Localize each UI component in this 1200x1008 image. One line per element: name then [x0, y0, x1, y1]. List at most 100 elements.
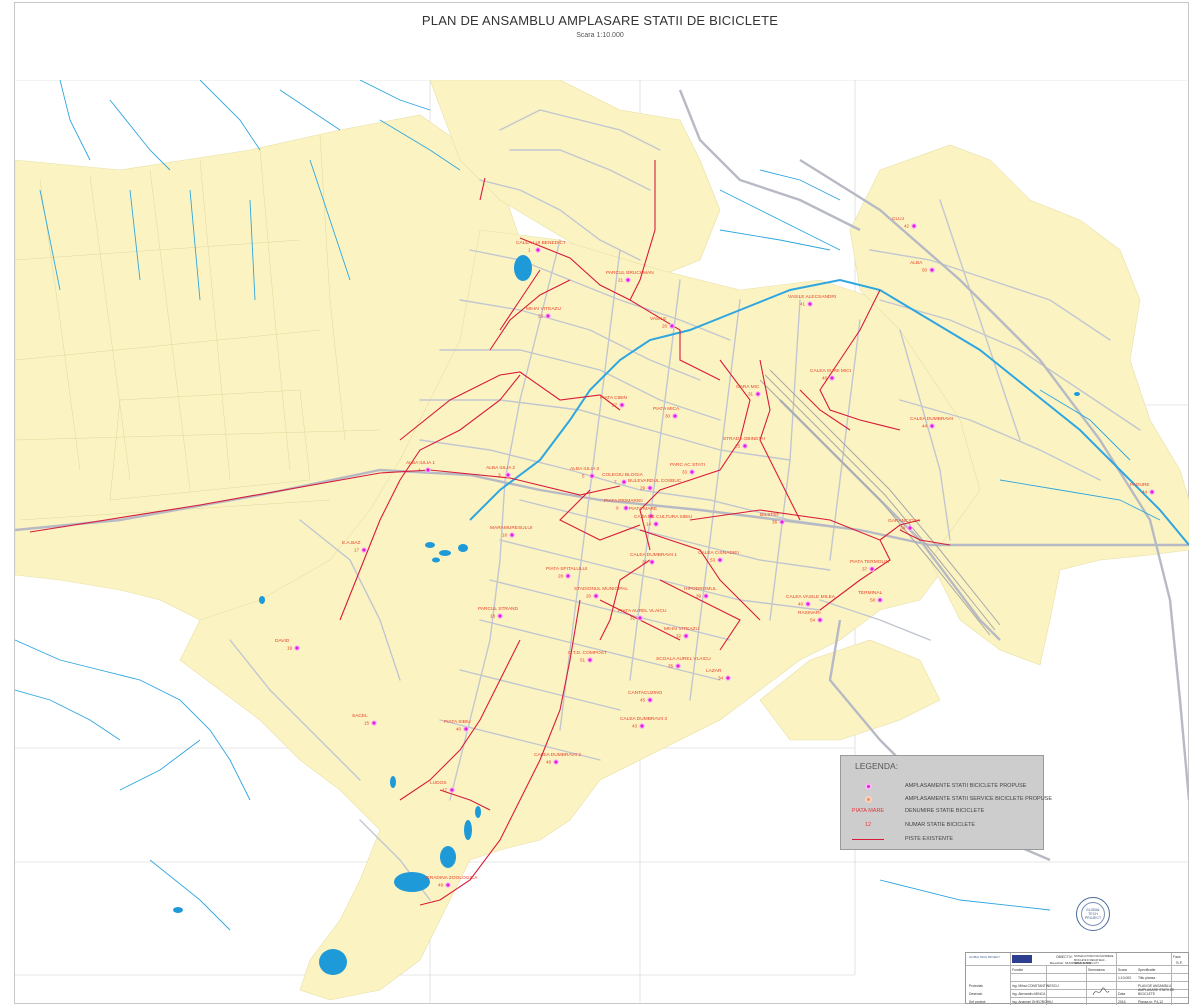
- station-marker[interactable]: [623, 505, 629, 511]
- station-number: 14: [646, 522, 652, 527]
- station-marker[interactable]: [805, 601, 811, 607]
- legend-row-lanes: PISTE EXISTENTE: [849, 834, 1039, 844]
- station-number: 50: [922, 268, 928, 273]
- station-marker[interactable]: [703, 593, 709, 599]
- station-marker[interactable]: [509, 532, 515, 538]
- legend-row-number: 12 NUMAR STATIE BICICLETE: [849, 820, 1039, 830]
- station-marker[interactable]: [877, 597, 883, 603]
- titlu-label: Titlu plansa: [1138, 976, 1156, 980]
- station-marker[interactable]: [545, 313, 551, 319]
- station-marker[interactable]: [669, 323, 675, 329]
- station-marker[interactable]: [361, 547, 367, 553]
- plansa-value: Plansa nr. P4-12: [1138, 1000, 1164, 1004]
- station-label: CALEA DUMBRAVII 1: [630, 552, 677, 558]
- station-marker[interactable]: [553, 759, 559, 765]
- station-label: GARANCIOSA: [888, 518, 921, 524]
- station-label: LAZAR: [706, 668, 722, 674]
- legend-label-lanes: PISTE EXISTENTE: [905, 836, 953, 842]
- station-marker[interactable]: [907, 525, 913, 531]
- station-marker[interactable]: [619, 402, 625, 408]
- station-marker[interactable]: [911, 223, 917, 229]
- legend-symbol-name: PIATA MARE: [851, 808, 885, 814]
- station-marker[interactable]: [649, 559, 655, 565]
- station-number: 31: [748, 392, 754, 397]
- station-label: DAVID: [275, 638, 290, 644]
- station-label: CALEA VASILE MILEA: [786, 594, 836, 600]
- station-number: 53: [710, 558, 716, 563]
- station-number: 46: [822, 376, 828, 381]
- station-marker[interactable]: [587, 657, 593, 663]
- station-number: 25: [735, 444, 741, 449]
- station-marker[interactable]: [647, 485, 653, 491]
- station-marker[interactable]: [637, 615, 643, 621]
- drawing-sheet: PLAN DE ANSAMBLU AMPLASARE STATII DE BIC…: [0, 0, 1200, 1008]
- station-number: 39: [696, 594, 702, 599]
- lake-south: [319, 949, 347, 975]
- objective-label: OBIECTIV:: [1056, 955, 1073, 959]
- station-marker[interactable]: [672, 413, 678, 419]
- station-marker[interactable]: [589, 473, 595, 479]
- title-block: GLOBAL TECH PROJECT OBIECTIV: SISTEM AUT…: [965, 952, 1189, 1005]
- station-marker[interactable]: [647, 697, 653, 703]
- station-label: MARAMURESULUI: [490, 525, 532, 531]
- station-marker[interactable]: [449, 787, 455, 793]
- station-number: 7: [614, 480, 617, 485]
- station-marker[interactable]: [807, 301, 813, 307]
- station-number: 41: [800, 302, 806, 307]
- city-map[interactable]: CALEA LUI BENEDICT 1 PARCUL BRUCKMAN 21 MIHA…: [15, 80, 1189, 1004]
- station-marker[interactable]: [625, 277, 631, 283]
- station-marker[interactable]: [742, 443, 748, 449]
- company-name: GLOBAL TECH PROJECT: [969, 956, 1000, 959]
- station-label: SCOALA AUREL VLAICU: [656, 656, 711, 662]
- station-number: 48: [546, 760, 552, 765]
- station-label: CALEA DUMBRAVII: [910, 416, 953, 422]
- station-number: 19: [287, 646, 293, 651]
- station-label: PARC AC STATI: [670, 462, 705, 468]
- station-label: GRADINA ZOOLOGICA: [426, 875, 478, 881]
- stamp-inner: GLOBAL TECH PROJECT: [1081, 902, 1105, 926]
- station-marker[interactable]: [621, 479, 627, 485]
- station-marker[interactable]: [565, 573, 571, 579]
- station-marker[interactable]: [505, 472, 511, 478]
- station-marker[interactable]: [535, 247, 541, 253]
- station-marker[interactable]: [725, 675, 731, 681]
- station-marker[interactable]: [497, 613, 503, 619]
- station-marker[interactable]: [869, 566, 875, 572]
- station-marker[interactable]: [817, 617, 823, 623]
- station-marker[interactable]: [717, 557, 723, 563]
- stamp-text: GLOBAL TECH PROJECT: [1084, 908, 1102, 920]
- station-number: 47: [442, 788, 448, 793]
- station-marker[interactable]: [593, 593, 599, 599]
- station-number: 22: [538, 314, 544, 319]
- sef-name: ing. Anamari GHEORGHIU: [1012, 1000, 1053, 1004]
- station-number: 36: [642, 560, 648, 565]
- station-number: 36: [772, 520, 778, 525]
- station-marker[interactable]: [445, 882, 451, 888]
- proiectat-name: ing. Mihai CONSTANTINESCU: [1012, 984, 1059, 988]
- station-marker[interactable]: [639, 723, 645, 729]
- station-marker[interactable]: [675, 663, 681, 669]
- station-marker[interactable]: [1149, 489, 1155, 495]
- station-marker[interactable]: [929, 423, 935, 429]
- station-marker[interactable]: [371, 720, 377, 726]
- station-label: STADIONUL MUNICIPAL: [574, 586, 628, 592]
- station-marker[interactable]: [929, 267, 935, 273]
- station-label: MIHAI VITEAZU: [664, 626, 699, 632]
- legend-row-station: AMPLASAMENTE STATII BICICLETE PROPUSE: [849, 781, 1039, 791]
- station-marker[interactable]: [829, 375, 835, 381]
- station-number: 42: [904, 224, 910, 229]
- station-label: PIATA PRIMARIEI: [604, 498, 643, 504]
- station-marker[interactable]: [779, 519, 785, 525]
- station-number: 45: [640, 698, 646, 703]
- station-label: MIHAI VITEAZU: [526, 306, 561, 312]
- station-marker[interactable]: [294, 645, 300, 651]
- lake-north: [514, 255, 532, 281]
- station-marker[interactable]: [425, 467, 431, 473]
- station-marker[interactable]: [689, 469, 695, 475]
- station-marker[interactable]: [653, 521, 659, 527]
- station-marker[interactable]: [683, 633, 689, 639]
- station-marker[interactable]: [463, 726, 469, 732]
- station-label: C.T.D. COMPOST: [568, 650, 607, 656]
- station-marker[interactable]: [755, 391, 761, 397]
- station-label: PARCUL BRUCKMAN: [606, 270, 654, 276]
